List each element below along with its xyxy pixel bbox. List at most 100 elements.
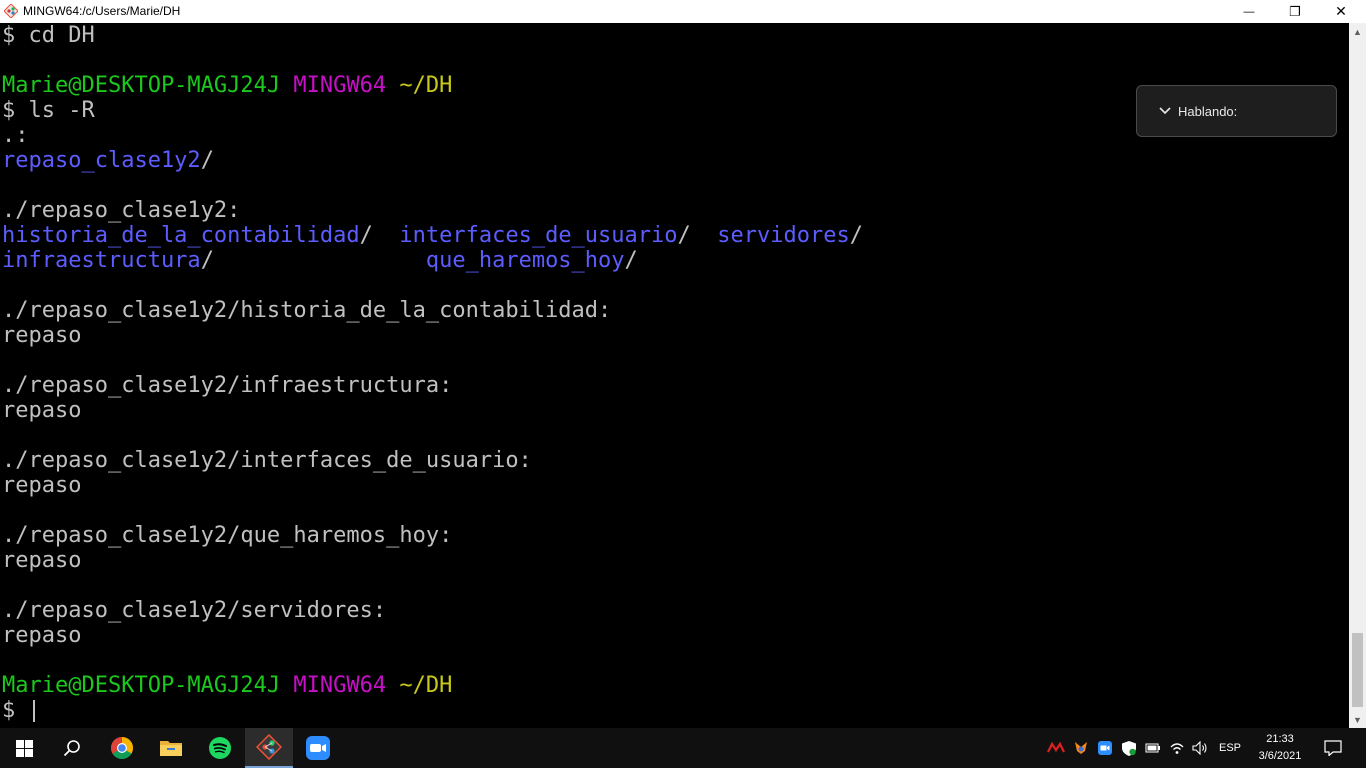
terminal-text-segment: MINGW64 <box>293 73 387 98</box>
terminal-text-segment: interfaces_de_usuario <box>399 223 678 248</box>
zoom-tray-icon <box>1098 741 1112 755</box>
terminal-text-segment: ./repaso_clase1y2/interfaces_de_usuario: <box>2 448 532 473</box>
terminal-line: repaso <box>2 473 81 498</box>
tray-zoom[interactable] <box>1095 728 1115 768</box>
text-cursor <box>32 700 35 722</box>
terminal-text-segment: que_haremos_hoy <box>425 248 625 273</box>
notification-icon <box>1324 740 1342 756</box>
terminal-line: historia_de_la_contabilidad/ interfaces_… <box>2 223 863 248</box>
git-bash-app-icon <box>4 4 18 18</box>
spotify-icon <box>209 737 231 759</box>
terminal-line: ./repaso_clase1y2/historia_de_la_contabi… <box>2 298 611 323</box>
taskbar: ESP 21:33 3/6/2021 <box>0 728 1366 768</box>
terminal-text-segment: / <box>359 223 400 248</box>
git-bash-icon <box>256 734 282 760</box>
terminal-text-segment: .: <box>2 123 29 148</box>
terminal-text-segment: MINGW64 <box>293 673 387 698</box>
terminal-scrollbar[interactable]: ▲ ▼ <box>1349 23 1366 728</box>
terminal-text-segment: historia_de_la_contabilidad <box>2 223 360 248</box>
tray-volume[interactable] <box>1189 728 1211 768</box>
chrome-icon <box>111 737 133 759</box>
terminal-text-segment: / <box>677 223 718 248</box>
restore-icon: ❐ <box>1289 3 1301 19</box>
terminal-line: repaso <box>2 398 81 423</box>
speaker-icon <box>1192 741 1207 755</box>
tray-wifi[interactable] <box>1167 728 1187 768</box>
terminal-line: ./repaso_clase1y2/interfaces_de_usuario: <box>2 448 532 473</box>
tray-app-icon-red[interactable] <box>1046 728 1066 768</box>
zoom-icon <box>306 736 330 760</box>
terminal-text-segment: ~/DH <box>399 673 453 698</box>
terminal-text-segment: repaso_clase1y2 <box>2 148 201 173</box>
maximize-button[interactable]: ❐ <box>1272 0 1318 23</box>
battery-icon <box>1145 743 1160 753</box>
minimize-button[interactable]: — <box>1226 0 1272 23</box>
file-explorer-app[interactable] <box>147 728 195 768</box>
tray-language[interactable]: ESP <box>1214 728 1246 768</box>
tray-fox-icon <box>1075 742 1087 754</box>
chevron-down-icon[interactable] <box>1159 107 1171 115</box>
minimize-icon: — <box>1243 5 1255 18</box>
speaking-label: Hablando: <box>1178 104 1238 119</box>
shield-icon <box>1122 740 1136 756</box>
terminal-text-segment: Marie@DESKTOP-MAGJ24J <box>2 673 281 698</box>
terminal-text-segment: $ cd DH <box>2 23 95 48</box>
terminal-text-segment: ./repaso_clase1y2/infraestructura: <box>2 373 453 398</box>
terminal-line: $ <box>2 698 35 723</box>
terminal-line: Marie@DESKTOP-MAGJ24J MINGW64 ~/DH <box>2 673 452 698</box>
spotify-app[interactable] <box>196 728 244 768</box>
folder-icon <box>160 741 182 756</box>
window-title-bar[interactable]: MINGW64:/c/Users/Marie/DH — ❐ ✕ <box>0 0 1366 23</box>
zoom-app[interactable] <box>294 728 342 768</box>
tray-security[interactable] <box>1119 728 1139 768</box>
terminal-text-segment: infraestructura <box>2 248 201 273</box>
terminal-line: repaso <box>2 623 81 648</box>
speaking-indicator-panel[interactable]: Hablando: <box>1136 85 1337 137</box>
terminal-text-segment: ~/DH <box>399 73 453 98</box>
clock-time: 21:33 <box>1266 733 1294 745</box>
scroll-thumb[interactable] <box>1352 633 1363 707</box>
terminal-text-segment: repaso <box>2 623 82 648</box>
terminal-text-segment: / <box>200 248 426 273</box>
terminal-line: Marie@DESKTOP-MAGJ24J MINGW64 ~/DH <box>2 73 452 98</box>
terminal-text-segment: ./repaso_clase1y2/historia_de_la_contabi… <box>2 298 612 323</box>
terminal-text-segment: ./repaso_clase1y2/que_haremos_hoy: <box>2 523 453 548</box>
terminal-line: $ cd DH <box>2 23 95 48</box>
start-button[interactable] <box>0 728 48 768</box>
terminal-line: $ ls -R <box>2 98 95 123</box>
git-bash-app[interactable] <box>245 728 293 768</box>
terminal-text-segment: repaso <box>2 323 82 348</box>
terminal-line: ./repaso_clase1y2: <box>2 198 240 223</box>
tray-battery[interactable] <box>1143 728 1163 768</box>
terminal-line: ./repaso_clase1y2/infraestructura: <box>2 373 452 398</box>
chrome-app[interactable] <box>98 728 146 768</box>
tray-game-icon <box>1047 742 1065 753</box>
terminal-line: repaso_clase1y2/ <box>2 148 214 173</box>
search-icon <box>63 740 80 757</box>
terminal-line: repaso <box>2 548 81 573</box>
tray-clock[interactable]: 21:33 3/6/2021 <box>1248 731 1312 765</box>
windows-logo-icon <box>15 739 33 757</box>
terminal-text-segment: / <box>849 223 863 248</box>
terminal-text-segment: / <box>200 148 214 173</box>
notification-center-button[interactable] <box>1318 728 1348 768</box>
scroll-up-icon[interactable]: ▲ <box>1349 23 1366 40</box>
wifi-icon <box>1170 743 1184 754</box>
terminal-text-segment: repaso <box>2 548 82 573</box>
terminal-line: infraestructura/ que_haremos_hoy/ <box>2 248 638 273</box>
close-button[interactable]: ✕ <box>1318 0 1364 23</box>
close-icon: ✕ <box>1335 3 1347 19</box>
clock-date: 3/6/2021 <box>1258 750 1302 762</box>
terminal-text-segment: repaso <box>2 473 82 498</box>
tray-app-icon-orange[interactable] <box>1070 728 1092 768</box>
terminal-text-segment: $ ls -R <box>2 98 95 123</box>
terminal-text-segment: ./repaso_clase1y2/servidores: <box>2 598 387 623</box>
terminal-text-segment: Marie@DESKTOP-MAGJ24J <box>2 73 281 98</box>
scroll-down-icon[interactable]: ▼ <box>1349 711 1366 728</box>
terminal-text-segment: repaso <box>2 398 82 423</box>
search-button[interactable] <box>48 728 96 768</box>
